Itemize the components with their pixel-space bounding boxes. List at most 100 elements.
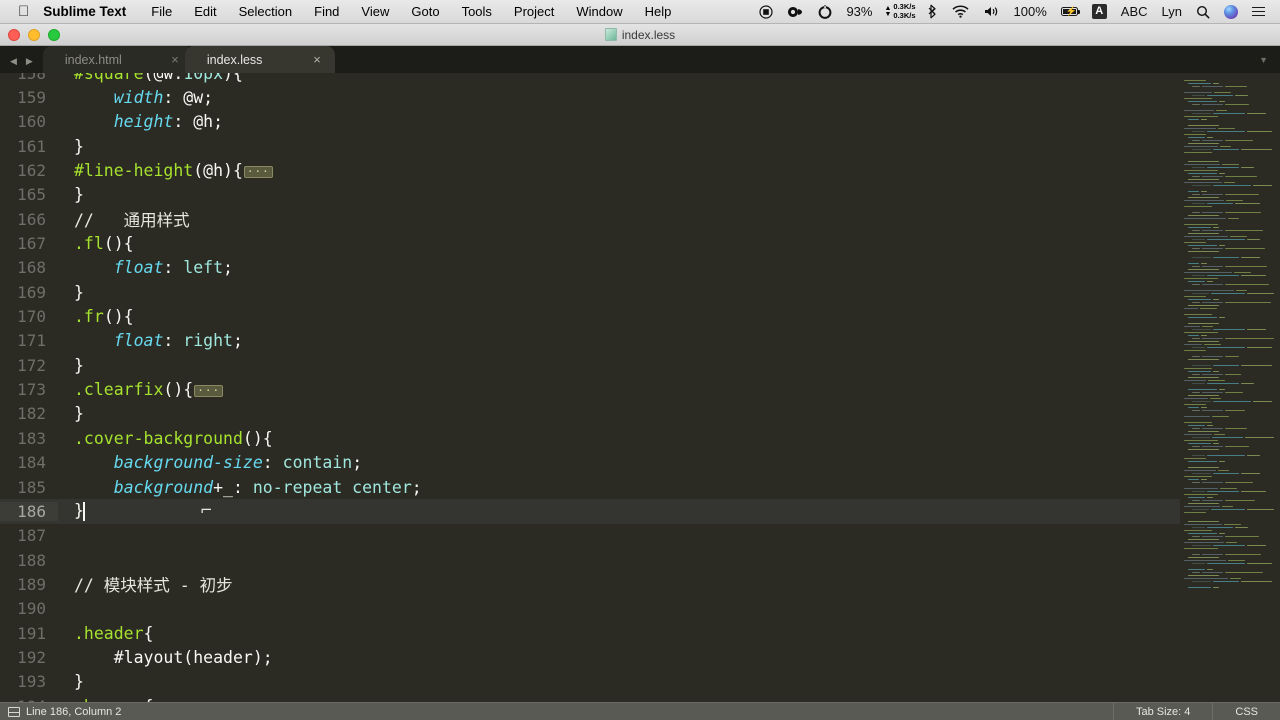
code-line[interactable]: 165} bbox=[0, 183, 1280, 207]
code-line[interactable]: 193} bbox=[0, 670, 1280, 694]
syntax-mode-button[interactable]: CSS bbox=[1212, 702, 1280, 720]
tab-close-icon[interactable]: × bbox=[171, 53, 179, 66]
code-line-content[interactable]: } bbox=[58, 283, 1280, 302]
code-token: ){ bbox=[223, 73, 243, 83]
code-line[interactable]: 182} bbox=[0, 402, 1280, 426]
code-line[interactable]: 170 .fr(){ bbox=[0, 304, 1280, 328]
code-line-content[interactable]: float: left; bbox=[58, 258, 1280, 277]
lyn-menu-label[interactable]: Lyn bbox=[1155, 5, 1189, 18]
menu-item-edit[interactable]: Edit bbox=[183, 4, 227, 19]
status-bar-left: Line 186, Column 2 bbox=[0, 706, 121, 718]
code-line-content[interactable]: // 模块样式 - 初步 bbox=[58, 572, 1280, 596]
code-line[interactable]: 187 bbox=[0, 524, 1280, 548]
battery-charging-icon[interactable]: ⚡ bbox=[1054, 6, 1085, 16]
code-line[interactable]: 159 width: @w; bbox=[0, 85, 1280, 109]
tab-size-button[interactable]: Tab Size: 4 bbox=[1112, 702, 1212, 720]
code-token: width bbox=[113, 88, 164, 108]
code-token: #layout(header); bbox=[113, 647, 273, 667]
code-minimap[interactable] bbox=[1180, 73, 1280, 702]
code-line-content[interactable]: } bbox=[58, 137, 1280, 156]
code-line-content[interactable]: // 通用样式 bbox=[58, 207, 1280, 231]
spotlight-search-icon[interactable] bbox=[1189, 5, 1217, 19]
code-fold-marker[interactable]: ··· bbox=[243, 165, 273, 178]
menu-item-tools[interactable]: Tools bbox=[451, 4, 503, 19]
siri-icon[interactable] bbox=[1217, 4, 1245, 19]
code-line[interactable]: 172} bbox=[0, 353, 1280, 377]
menu-item-goto[interactable]: Goto bbox=[400, 4, 450, 19]
code-line[interactable]: 183 .cover-background(){ bbox=[0, 426, 1280, 450]
code-line[interactable]: 190 bbox=[0, 597, 1280, 621]
tab-forward-arrow-icon[interactable]: ▶ bbox=[26, 57, 33, 66]
input-source-badge[interactable]: A bbox=[1085, 4, 1114, 19]
code-line[interactable]: 158 #square(@w:10px){ bbox=[0, 73, 1280, 85]
code-line-content[interactable]: } bbox=[58, 185, 1280, 204]
code-token: (){ bbox=[103, 234, 134, 254]
input-source-label[interactable]: ABC bbox=[1114, 5, 1155, 18]
code-line[interactable]: 194.banner{ bbox=[0, 694, 1280, 702]
eye-care-icon[interactable] bbox=[780, 6, 811, 18]
code-line[interactable]: 186} bbox=[0, 499, 1280, 524]
menu-item-file[interactable]: File bbox=[140, 4, 183, 19]
code-line-content[interactable]: width: @w; bbox=[58, 88, 1280, 107]
code-line-content[interactable]: .fl(){ bbox=[58, 234, 1280, 253]
code-line-content[interactable]: height: @h; bbox=[58, 112, 1280, 131]
code-line[interactable]: 189 // 模块样式 - 初步 bbox=[0, 572, 1280, 596]
tab-back-arrow-icon[interactable]: ◀ bbox=[10, 57, 17, 66]
bluetooth-icon[interactable] bbox=[921, 4, 945, 19]
code-line[interactable]: 184 background-size: contain; bbox=[0, 451, 1280, 475]
menu-item-selection[interactable]: Selection bbox=[228, 4, 303, 19]
apple-icon[interactable]:  bbox=[0, 4, 43, 19]
code-line-content[interactable]: } bbox=[58, 501, 1280, 522]
code-line-content[interactable]: .fr(){ bbox=[58, 307, 1280, 326]
code-line-content[interactable]: } bbox=[58, 404, 1280, 423]
code-line[interactable]: 166 // 通用样式 bbox=[0, 207, 1280, 231]
code-line-content[interactable]: #line-height(@h){··· bbox=[58, 161, 1280, 180]
code-line-content[interactable]: .clearfix(){··· bbox=[58, 380, 1280, 399]
code-line[interactable]: 188 bbox=[0, 548, 1280, 572]
menu-app-name[interactable]: Sublime Text bbox=[43, 4, 140, 19]
network-speed-indicator[interactable]: ▲ ▼ 0.3K/s 0.3K/s bbox=[879, 2, 920, 20]
battery-ring-icon[interactable] bbox=[811, 4, 839, 19]
menu-item-view[interactable]: View bbox=[350, 4, 400, 19]
tab-index-less[interactable]: index.less × bbox=[184, 46, 335, 73]
menu-item-window[interactable]: Window bbox=[565, 4, 633, 19]
tab-overflow-menu-icon[interactable]: ▼ bbox=[1259, 55, 1280, 73]
code-line[interactable]: 192 #layout(header); bbox=[0, 645, 1280, 669]
cpu-percent-label[interactable]: 93% bbox=[839, 5, 879, 18]
code-line[interactable]: 169} bbox=[0, 280, 1280, 304]
code-line[interactable]: 161} bbox=[0, 134, 1280, 158]
menu-item-find[interactable]: Find bbox=[303, 4, 350, 19]
code-line[interactable]: 168 float: left; bbox=[0, 256, 1280, 280]
code-editor-pane[interactable]: 158 #square(@w:10px){159 width: @w; 160 he… bbox=[0, 73, 1280, 702]
code-line-content[interactable]: .cover-background(){ bbox=[58, 429, 1280, 448]
code-line-content[interactable]: #square(@w:10px){ bbox=[58, 73, 1280, 83]
record-stop-icon[interactable] bbox=[752, 4, 780, 19]
tab-close-icon[interactable]: × bbox=[313, 53, 321, 66]
notification-center-icon[interactable] bbox=[1245, 6, 1272, 17]
wifi-icon[interactable] bbox=[945, 5, 976, 18]
code-fold-marker[interactable]: ··· bbox=[194, 384, 224, 397]
code-line[interactable]: 167 .fl(){ bbox=[0, 231, 1280, 255]
code-line-content[interactable]: background+_: no-repeat center; bbox=[58, 478, 1280, 497]
code-line-content[interactable]: .header{ bbox=[58, 624, 1280, 643]
code-line-content[interactable]: float: right; bbox=[58, 331, 1280, 350]
code-line-content[interactable]: } bbox=[58, 356, 1280, 375]
code-line-content[interactable]: background-size: contain; bbox=[58, 453, 1280, 472]
code-line[interactable]: 171 float: right; bbox=[0, 329, 1280, 353]
code-line[interactable]: 185 background+_: no-repeat center; bbox=[0, 475, 1280, 499]
menu-item-help[interactable]: Help bbox=[634, 4, 683, 19]
code-line[interactable]: 160 height: @h; bbox=[0, 110, 1280, 134]
code-line-content[interactable]: #layout(header); bbox=[58, 648, 1280, 667]
sidebar-toggle-icon[interactable] bbox=[8, 706, 20, 717]
code-line-content[interactable]: } bbox=[58, 672, 1280, 691]
code-line[interactable]: 191 .header{ bbox=[0, 621, 1280, 645]
code-line[interactable]: 162 #line-height(@h){··· bbox=[0, 158, 1280, 182]
volume-icon[interactable] bbox=[976, 5, 1007, 18]
tab-index-html[interactable]: index.html × bbox=[42, 46, 193, 73]
code-line[interactable]: 173 .clearfix(){··· bbox=[0, 377, 1280, 401]
menu-item-project[interactable]: Project bbox=[503, 4, 565, 19]
line-number: 192 bbox=[17, 647, 46, 667]
battery-body: ⚡ bbox=[1060, 6, 1080, 16]
code-lines-container[interactable]: 158 #square(@w:10px){159 width: @w; 160 he… bbox=[0, 73, 1280, 702]
battery-percent-label[interactable]: 100% bbox=[1007, 5, 1054, 18]
